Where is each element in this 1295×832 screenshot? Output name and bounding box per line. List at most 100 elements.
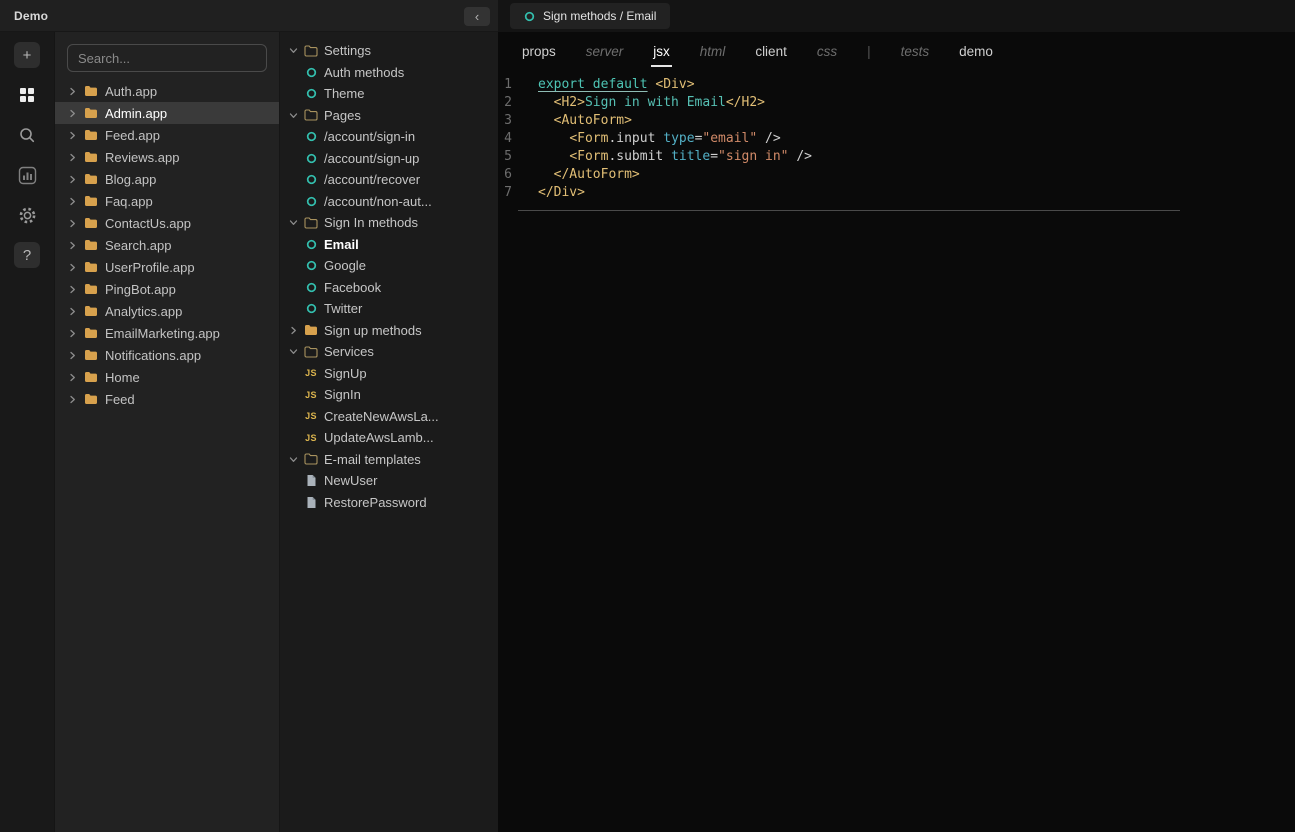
tree-item-account-sign-in[interactable]: /account/sign-in [280, 126, 498, 148]
app-item-analytics-app[interactable]: Analytics.app [55, 300, 279, 322]
app-item-label: Analytics.app [105, 303, 183, 319]
app-item-home[interactable]: Home [55, 366, 279, 388]
folder-open-icon [304, 217, 318, 229]
tree-item-e-mail-templates[interactable]: E-mail templates [280, 449, 498, 471]
line-number: 1 [504, 77, 512, 92]
app-item-auth-app[interactable]: Auth.app [55, 80, 279, 102]
line-number: 4 [504, 131, 512, 146]
app-item-reviews-app[interactable]: Reviews.app [55, 146, 279, 168]
view-tab-demo[interactable]: demo [959, 44, 993, 59]
code-editor[interactable]: 1 export default <Div> 2 <H2>Sign in with … [498, 70, 1295, 211]
view-tab-jsx[interactable]: jsx [651, 44, 672, 67]
app-item-search-app[interactable]: Search.app [55, 234, 279, 256]
tree-item-label: UpdateAwsLamb... [324, 430, 434, 446]
component-icon [304, 239, 318, 250]
left-body: +? Auth.app Admin.app Feed.app Reviews.app B… [0, 32, 498, 832]
app-item-feed-app[interactable]: Feed.app [55, 124, 279, 146]
tree-item-google[interactable]: Google [280, 255, 498, 277]
chevron-right-icon [67, 197, 77, 206]
chevron-right-icon [67, 395, 77, 404]
tree-item-newuser[interactable]: NewUser [280, 470, 498, 492]
doc-icon [304, 496, 318, 509]
tree-item-label: CreateNewAwsLa... [324, 408, 439, 424]
tree-item-restorepassword[interactable]: RestorePassword [280, 492, 498, 514]
tree-item-label: /account/non-aut... [324, 193, 432, 209]
plus-icon: + [22, 46, 32, 64]
chevron-right-icon [67, 219, 77, 228]
search-input[interactable] [67, 44, 267, 72]
view-tab-html[interactable]: html [700, 44, 726, 59]
app-item-emailmarketing-app[interactable]: EmailMarketing.app [55, 322, 279, 344]
settings-button[interactable] [14, 202, 40, 228]
chevron-down-icon [288, 347, 298, 356]
code-text: </AutoForm> [553, 167, 640, 182]
app-item-label: Faq.app [105, 193, 153, 209]
code-text: <AutoForm> [553, 113, 632, 128]
app-item-label: ContactUs.app [105, 215, 191, 231]
tree-item-sign-up-methods[interactable]: Sign up methods [280, 320, 498, 342]
tree-item-label: Facebook [324, 279, 382, 295]
tree-item-facebook[interactable]: Facebook [280, 277, 498, 299]
component-icon [304, 88, 318, 99]
code-text: </Div> [538, 185, 585, 200]
app-item-admin-app[interactable]: Admin.app [55, 102, 279, 124]
chevron-right-icon [67, 153, 77, 162]
tree-item-sign-in-methods[interactable]: Sign In methods [280, 212, 498, 234]
tree-item-account-recover[interactable]: /account/recover [280, 169, 498, 191]
code-line-3: 3 <AutoForm> [498, 112, 1295, 130]
chevron-right-icon [67, 241, 77, 250]
tree-item-email[interactable]: Email [280, 234, 498, 256]
app-item-label: EmailMarketing.app [105, 325, 220, 341]
chart-icon [18, 166, 37, 185]
document-tab[interactable]: Sign methods / Email [510, 3, 671, 29]
help-button[interactable]: ? [14, 242, 40, 268]
tree-item-label: RestorePassword [324, 494, 427, 510]
view-tab-props[interactable]: props [522, 44, 556, 59]
tree-item-account-sign-up[interactable]: /account/sign-up [280, 148, 498, 170]
tree-item-label: E-mail templates [324, 451, 421, 467]
view-tab-css[interactable]: css [817, 44, 837, 59]
tree-item-theme[interactable]: Theme [280, 83, 498, 105]
view-tab-server[interactable]: server [586, 44, 624, 59]
tree-item-account-non-aut[interactable]: /account/non-aut... [280, 191, 498, 213]
collapse-panel-button[interactable]: ‹ [464, 7, 490, 26]
code-lines: 1 export default <Div> 2 <H2>Sign in with … [498, 76, 1295, 202]
search-button[interactable] [14, 122, 40, 148]
view-tab-client[interactable]: client [755, 44, 787, 59]
app-item-label: Admin.app [105, 105, 168, 121]
tree-item-auth-methods[interactable]: Auth methods [280, 62, 498, 84]
tree-item-signup[interactable]: JS SignUp [280, 363, 498, 385]
app-item-feed[interactable]: Feed [55, 388, 279, 410]
tree-item-updateawslamb[interactable]: JS UpdateAwsLamb... [280, 427, 498, 449]
tree-item-createnewawsla[interactable]: JS CreateNewAwsLa... [280, 406, 498, 428]
tree-item-settings[interactable]: Settings [280, 40, 498, 62]
chevron-right-icon [67, 263, 77, 272]
tree-item-pages[interactable]: Pages [280, 105, 498, 127]
app-item-notifications-app[interactable]: Notifications.app [55, 344, 279, 366]
app-item-faq-app[interactable]: Faq.app [55, 190, 279, 212]
view-tab-tests[interactable]: tests [901, 44, 930, 59]
tree-item-signin[interactable]: JS SignIn [280, 384, 498, 406]
chevron-right-icon [67, 307, 77, 316]
apps-button[interactable] [14, 82, 40, 108]
app-item-contactus-app[interactable]: ContactUs.app [55, 212, 279, 234]
app-item-pingbot-app[interactable]: PingBot.app [55, 278, 279, 300]
folder-icon [84, 371, 98, 383]
tree-item-twitter[interactable]: Twitter [280, 298, 498, 320]
activity-bar: +? [0, 32, 55, 832]
editor-topbar: Sign methods / Email [498, 0, 1295, 32]
line-number: 7 [504, 185, 512, 200]
app-item-userprofile-app[interactable]: UserProfile.app [55, 256, 279, 278]
tree-item-services[interactable]: Services [280, 341, 498, 363]
code-line-1: 1 export default <Div> [498, 76, 1295, 94]
add-button[interactable]: + [14, 42, 40, 68]
line-number: 3 [504, 113, 512, 128]
js-icon: JS [305, 411, 317, 422]
component-icon [304, 131, 318, 142]
app-item-blog-app[interactable]: Blog.app [55, 168, 279, 190]
tree-list: Settings Auth methods Theme Pages/account/s… [280, 40, 498, 513]
chevron-right-icon [67, 87, 77, 96]
chevron-down-icon [288, 455, 298, 464]
media-button[interactable] [14, 162, 40, 188]
gear-icon [18, 206, 37, 225]
